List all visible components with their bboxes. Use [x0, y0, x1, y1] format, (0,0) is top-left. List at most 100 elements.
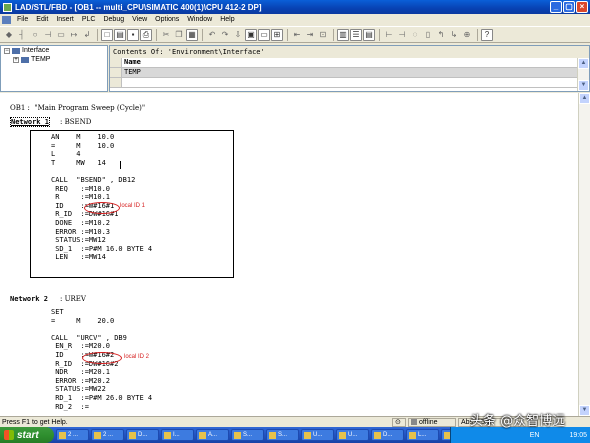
taskbar-task[interactable]: U...: [336, 429, 369, 441]
network-1-number[interactable]: Network 1: [10, 117, 50, 127]
new-icon[interactable]: □: [101, 28, 113, 41]
network2-icon[interactable]: ↲: [81, 29, 93, 41]
copy-icon[interactable]: ❐: [173, 29, 185, 41]
branch-icon[interactable]: ⊣: [42, 29, 54, 41]
close-button[interactable]: ×: [576, 1, 588, 13]
menu-file[interactable]: File: [13, 16, 32, 23]
taskbar-task[interactable]: S...: [266, 429, 299, 441]
scroll-down-icon[interactable]: ▼: [578, 80, 589, 91]
tree-item-temp[interactable]: + TEMP: [1, 55, 107, 64]
scroll-up-icon[interactable]: ▲: [578, 58, 589, 69]
download-icon[interactable]: ⇩: [232, 29, 244, 41]
open-branch-icon[interactable]: ↰: [435, 29, 447, 41]
scroll-up-icon[interactable]: ▲: [579, 93, 590, 104]
paste-icon[interactable]: ▦: [186, 28, 198, 41]
stl-view-icon[interactable]: ☰: [350, 28, 362, 41]
code-editor[interactable]: OB1 : "Main Program Sweep (Cycle)" Netwo…: [0, 93, 578, 416]
zoom-out-icon[interactable]: ⇤: [291, 29, 303, 41]
overview-icon[interactable]: ⊞: [271, 28, 283, 41]
taskbar-task[interactable]: U...: [301, 429, 334, 441]
cut-icon[interactable]: ✂: [160, 29, 172, 41]
network-1-line[interactable]: R :=M10.1: [51, 193, 110, 201]
print-icon[interactable]: ⎙: [140, 28, 152, 41]
taskbar-task[interactable]: 2 ...: [56, 429, 89, 441]
open-icon[interactable]: ▤: [114, 28, 126, 41]
network-1-label[interactable]: Network 1: [10, 117, 50, 127]
taskbar-task[interactable]: I...: [161, 429, 194, 441]
no-contact-icon[interactable]: ⊣: [396, 29, 408, 41]
scroll-down-icon[interactable]: ▼: [579, 405, 590, 416]
lad-view-icon[interactable]: ▥: [337, 28, 349, 41]
menu-debug[interactable]: Debug: [99, 16, 128, 23]
clock[interactable]: 19:05: [569, 432, 587, 439]
network-1-line[interactable]: = M 10.0: [51, 142, 114, 150]
insert-box-icon[interactable]: ▯: [422, 29, 434, 41]
start-button[interactable]: start: [0, 427, 54, 443]
accessible-nodes-icon[interactable]: ▣: [245, 28, 257, 41]
menu-help[interactable]: Help: [216, 16, 238, 23]
network-icon[interactable]: ◆: [3, 29, 15, 41]
network-2-line[interactable]: NDR :=M20.1: [51, 368, 110, 376]
network-1-line[interactable]: AN M 10.0: [51, 133, 114, 141]
task-icon: [409, 431, 416, 439]
column-name-header[interactable]: Name: [122, 58, 578, 67]
taskbar-task[interactable]: D...: [126, 429, 159, 441]
network-2-line[interactable]: EN_R :=M20.0: [51, 342, 110, 350]
fbd-view-icon[interactable]: ▤: [363, 28, 375, 41]
contents-scrollbar[interactable]: ▲ ▼: [577, 58, 589, 91]
open-block-icon[interactable]: ⊡: [317, 29, 329, 41]
coil-icon[interactable]: ○: [29, 29, 41, 41]
menu-edit[interactable]: Edit: [32, 16, 52, 23]
collapse-icon[interactable]: −: [4, 47, 10, 54]
contact-icon[interactable]: ┤: [16, 29, 28, 41]
minimize-button[interactable]: _: [550, 1, 562, 13]
network-1-line[interactable]: L 4: [51, 150, 81, 158]
taskbar-task[interactable]: S...: [231, 429, 264, 441]
network-1-line[interactable]: DONE :=M10.2: [51, 219, 110, 227]
taskbar-task[interactable]: L...: [406, 429, 439, 441]
network-2-line[interactable]: RD_2 :=: [51, 403, 89, 411]
insert-coil-icon[interactable]: ◌: [409, 29, 421, 41]
network-2-line[interactable]: = M 20.0: [51, 317, 114, 325]
taskbar-task[interactable]: D...: [371, 429, 404, 441]
grid-cell-temp[interactable]: TEMP: [122, 68, 578, 77]
close-branch-icon[interactable]: ↳: [448, 29, 460, 41]
nc-contact-icon[interactable]: ⊢: [383, 29, 395, 41]
wire-icon[interactable]: ↦: [68, 29, 80, 41]
network-1-line[interactable]: CALL "BSEND" , DB12: [51, 176, 135, 184]
network-1-line[interactable]: T MW 14: [51, 159, 106, 167]
network-1-line[interactable]: STATUS:=MW12: [51, 236, 106, 244]
taskbar-task[interactable]: A...: [196, 429, 229, 441]
menu-insert[interactable]: Insert: [52, 16, 78, 23]
menu-window[interactable]: Window: [183, 16, 216, 23]
network-2-line[interactable]: STATUS:=MW22: [51, 385, 106, 393]
menu-view[interactable]: View: [128, 16, 151, 23]
redo-icon[interactable]: ↷: [219, 29, 231, 41]
tree-item-interface[interactable]: − Interface: [1, 46, 107, 55]
network-2-line[interactable]: CALL "URCV" , DB9: [51, 334, 127, 342]
editor-scrollbar[interactable]: ▲ ▼: [578, 93, 590, 416]
menu-plc[interactable]: PLC: [78, 16, 100, 23]
network-1-line[interactable]: SD_1 :=P#M 16.0 BYTE 4: [51, 245, 152, 253]
network-1-line[interactable]: LEN :=MW14: [51, 253, 106, 261]
insert-network-icon[interactable]: ⊕: [461, 29, 473, 41]
maximize-button[interactable]: ▢: [563, 1, 575, 13]
grid-row-empty[interactable]: [110, 78, 578, 88]
zoom-in-icon[interactable]: ⇥: [304, 29, 316, 41]
undo-icon[interactable]: ↶: [206, 29, 218, 41]
network-2-line[interactable]: SET: [51, 308, 64, 316]
network-2-line[interactable]: RD_1 :=P#M 26.0 BYTE 4: [51, 394, 152, 402]
expand-icon[interactable]: +: [13, 56, 19, 63]
help-icon[interactable]: ?: [481, 28, 493, 41]
network-1-line[interactable]: ERROR :=M10.3: [51, 228, 110, 236]
save-icon[interactable]: ▪: [127, 28, 139, 41]
network-1-line[interactable]: REQ :=M10.0: [51, 185, 110, 193]
network-2-line[interactable]: ERROR :=M20.2: [51, 377, 110, 385]
taskbar-task[interactable]: 2 ...: [91, 429, 124, 441]
network-2-number[interactable]: Network 2: [10, 295, 48, 303]
menu-options[interactable]: Options: [151, 16, 183, 23]
language-indicator[interactable]: EN: [530, 432, 540, 439]
box-icon[interactable]: ▭: [55, 29, 67, 41]
monitor-icon[interactable]: ▭: [258, 28, 270, 41]
grid-row[interactable]: TEMP: [110, 68, 578, 78]
